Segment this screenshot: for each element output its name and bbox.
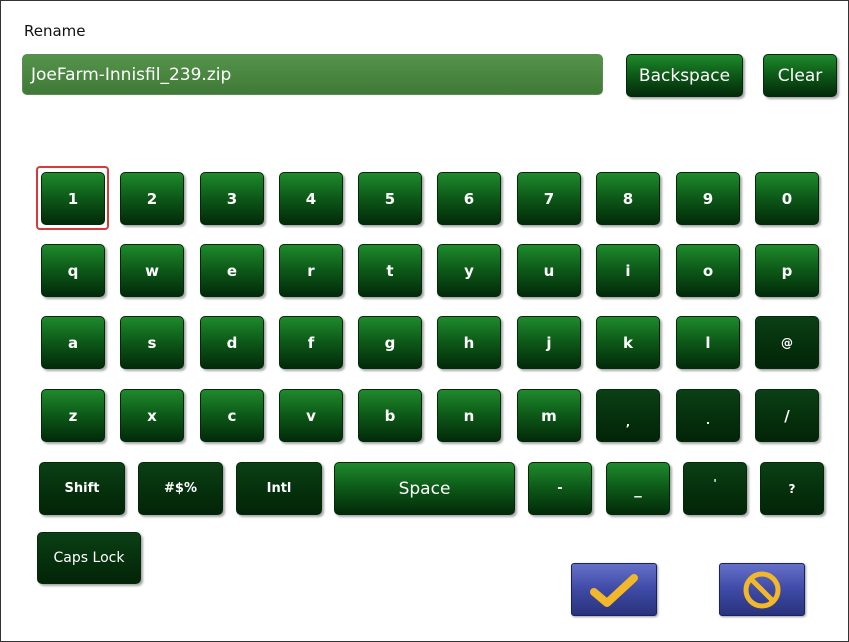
key-n[interactable]: n (437, 389, 501, 442)
key-1[interactable]: 1 (41, 172, 105, 225)
key-h[interactable]: h (437, 316, 501, 369)
key-p[interactable]: p (755, 244, 819, 297)
key-q[interactable]: q (41, 244, 105, 297)
key-question[interactable]: ? (760, 462, 824, 515)
cancel-button[interactable] (719, 563, 805, 616)
key-o[interactable]: o (676, 244, 740, 297)
key-z[interactable]: z (41, 389, 105, 442)
key-a[interactable]: a (41, 316, 105, 369)
clear-button[interactable]: Clear (763, 54, 837, 97)
key-at[interactable]: @ (755, 316, 819, 369)
symbols-key[interactable]: #$% (138, 462, 223, 515)
key-comma[interactable]: , (596, 389, 660, 442)
key-8[interactable]: 8 (596, 172, 660, 225)
shift-key[interactable]: Shift (39, 462, 125, 515)
caps-lock-key[interactable]: Caps Lock (37, 532, 141, 584)
key-j[interactable]: j (517, 316, 581, 369)
key-l[interactable]: l (676, 316, 740, 369)
key-slash[interactable]: / (755, 389, 819, 442)
cancel-icon (743, 571, 781, 608)
checkmark-icon (590, 573, 638, 607)
key-2[interactable]: 2 (120, 172, 184, 225)
key-6[interactable]: 6 (437, 172, 501, 225)
key-5[interactable]: 5 (358, 172, 422, 225)
dialog-title: Rename (24, 22, 86, 40)
key-x[interactable]: x (120, 389, 184, 442)
key-d[interactable]: d (200, 316, 264, 369)
backspace-button[interactable]: Backspace (626, 54, 743, 97)
key-period[interactable]: . (676, 389, 740, 442)
key-0[interactable]: 0 (755, 172, 819, 225)
key-e[interactable]: e (200, 244, 264, 297)
key-c[interactable]: c (200, 389, 264, 442)
key-apostrophe[interactable]: ' (683, 462, 747, 515)
key-i[interactable]: i (596, 244, 660, 297)
space-key[interactable]: Space (334, 462, 515, 515)
filename-input[interactable]: JoeFarm-Innisfil_239.zip (22, 54, 603, 95)
key-3[interactable]: 3 (200, 172, 264, 225)
key-f[interactable]: f (279, 316, 343, 369)
key-m[interactable]: m (517, 389, 581, 442)
key-g[interactable]: g (358, 316, 422, 369)
key-s[interactable]: s (120, 316, 184, 369)
key-dash[interactable]: - (528, 462, 592, 515)
key-7[interactable]: 7 (517, 172, 581, 225)
key-9[interactable]: 9 (676, 172, 740, 225)
key-underscore[interactable]: _ (606, 462, 670, 515)
key-y[interactable]: y (437, 244, 501, 297)
key-4[interactable]: 4 (279, 172, 343, 225)
key-u[interactable]: u (517, 244, 581, 297)
key-k[interactable]: k (596, 316, 660, 369)
key-t[interactable]: t (358, 244, 422, 297)
intl-key[interactable]: Intl (236, 462, 322, 515)
key-w[interactable]: w (120, 244, 184, 297)
key-r[interactable]: r (279, 244, 343, 297)
key-b[interactable]: b (358, 389, 422, 442)
key-v[interactable]: v (279, 389, 343, 442)
confirm-button[interactable] (571, 563, 657, 616)
